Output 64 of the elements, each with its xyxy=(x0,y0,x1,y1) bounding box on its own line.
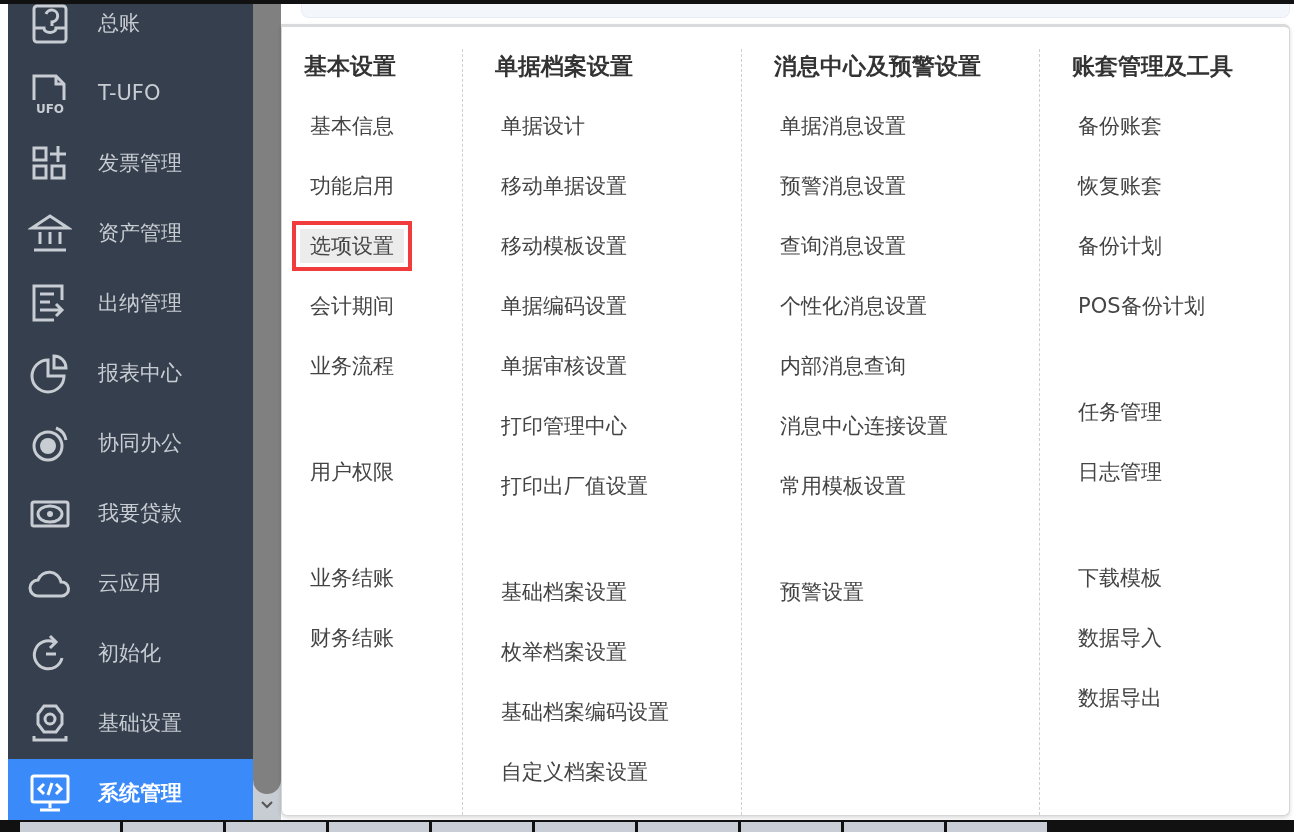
pie-chart-icon xyxy=(30,354,68,394)
menu-item[interactable]: 基本信息 xyxy=(300,109,404,169)
monitor-code-icon xyxy=(30,774,70,812)
menu-item[interactable]: 业务结账 xyxy=(300,561,404,621)
menu-item[interactable]: 移动模板设置 xyxy=(491,229,637,289)
sidebar-item[interactable]: 报表中心 xyxy=(8,339,253,409)
column-heading: 消息中心及预警设置 xyxy=(773,51,982,81)
column-heading: 基本设置 xyxy=(303,51,397,81)
column-heading: 单据档案设置 xyxy=(494,51,634,81)
column-heading: 账套管理及工具 xyxy=(1071,51,1234,81)
gear-icon xyxy=(32,704,68,742)
chevron-down-icon[interactable] xyxy=(260,800,274,810)
menu-item[interactable]: 查询消息设置 xyxy=(770,229,916,289)
sidebar-item[interactable]: 总账 xyxy=(8,4,253,59)
sidebar-item[interactable]: 初始化 xyxy=(8,619,253,689)
menu-item[interactable]: 任务管理 xyxy=(1068,395,1172,455)
sidebar-item[interactable]: 我要贷款 xyxy=(8,479,253,549)
menu-item[interactable]: 会计期间 xyxy=(300,289,404,349)
icon-label: UFO xyxy=(35,102,65,116)
menu-item[interactable]: 单据消息设置 xyxy=(770,109,916,169)
menu-item[interactable]: 打印管理中心 xyxy=(491,409,637,469)
menu-item[interactable]: 消息中心连接设置 xyxy=(770,409,958,469)
menu-item[interactable]: 常用模板设置 xyxy=(770,469,916,529)
menu-item[interactable]: 财务结账 xyxy=(300,621,404,681)
sidebar-item[interactable]: 基础设置 xyxy=(8,689,253,759)
menu-item[interactable]: 功能启用 xyxy=(300,169,404,229)
grid-plus-icon xyxy=(32,144,68,180)
menu-item[interactable]: 数据导出 xyxy=(1068,681,1172,741)
menu-item[interactable]: 基础档案设置 xyxy=(491,575,637,635)
menu-item[interactable]: 恢复账套 xyxy=(1068,169,1172,229)
file-icon xyxy=(32,74,66,100)
refresh-icon xyxy=(32,634,64,671)
sidebar-item[interactable]: 出纳管理 xyxy=(8,269,253,339)
menu-item[interactable]: 单据设计 xyxy=(491,109,595,169)
menu-item[interactable]: 下载模板 xyxy=(1068,561,1172,621)
menu-item[interactable]: 单据编码设置 xyxy=(491,289,637,349)
sidebar-item[interactable]: UFO T-UFO xyxy=(8,59,253,129)
cloud-icon xyxy=(28,570,70,598)
menu-item[interactable]: 自定义档案设置 xyxy=(491,755,658,815)
menu-item[interactable]: 内部消息查询 xyxy=(770,349,916,409)
banknote-icon xyxy=(30,500,70,528)
sidebar-item[interactable]: 发票管理 xyxy=(8,129,253,199)
menu-item[interactable]: 移动单据设置 xyxy=(491,169,637,229)
menu-item[interactable]: 基础档案编码设置 xyxy=(491,695,679,755)
bank-icon xyxy=(28,214,72,252)
menu-item[interactable]: 预警消息设置 xyxy=(770,169,916,229)
sidebar-item[interactable]: 云应用 xyxy=(8,549,253,619)
menu-item[interactable]: 日志管理 xyxy=(1068,455,1172,515)
menu-item[interactable]: 个性化消息设置 xyxy=(770,289,937,349)
menu-item[interactable]: 预警设置 xyxy=(770,575,874,635)
document-arrow-icon xyxy=(32,284,65,322)
menu-item[interactable]: POS备份计划 xyxy=(1068,289,1215,349)
menu-item[interactable]: 用户权限 xyxy=(300,455,404,515)
menu-item[interactable]: 打印出厂值设置 xyxy=(491,469,658,529)
tray-icon xyxy=(32,4,68,44)
menu-item[interactable]: 单据审核设置 xyxy=(491,349,637,409)
menu-item[interactable]: 枚举档案设置 xyxy=(491,635,637,695)
menu-item[interactable]: 业务流程 xyxy=(300,349,404,409)
sidebar-item[interactable]: 协同办公 xyxy=(8,409,253,479)
menu-item[interactable]: 备份账套 xyxy=(1068,109,1172,169)
menu-item[interactable]: 备份计划 xyxy=(1068,229,1172,289)
sidebar-item[interactable]: 资产管理 xyxy=(8,199,253,269)
menu-item[interactable]: 数据导入 xyxy=(1068,621,1172,681)
circle-icon xyxy=(32,426,68,462)
